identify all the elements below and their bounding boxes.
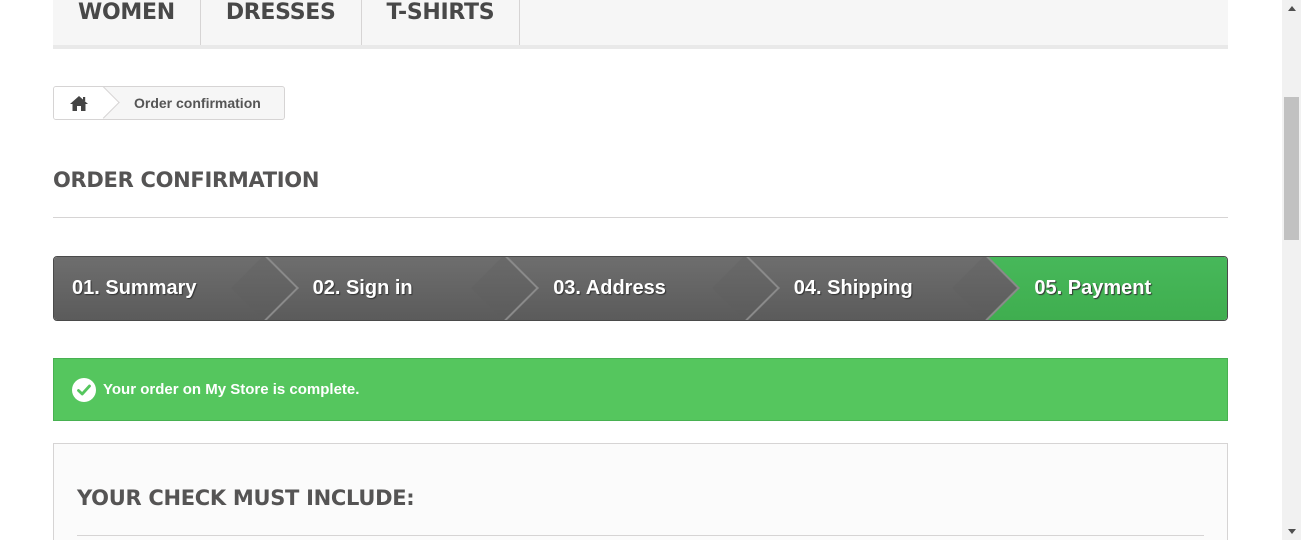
step-label: 02. Sign in (312, 277, 413, 299)
step-address[interactable]: 03. Address (505, 257, 780, 320)
step-summary[interactable]: 01. Summary (54, 257, 299, 320)
step-sign-in[interactable]: 02. Sign in (264, 257, 540, 320)
success-alert: Your order on My Store is complete. (53, 358, 1228, 421)
scrollbar[interactable] (1282, 0, 1301, 540)
step-shipping[interactable]: 04. Shipping (745, 257, 1021, 320)
alert-message: Your order on My Store is complete. (103, 381, 360, 398)
box-title: YOUR CHECK MUST INCLUDE: (77, 486, 1204, 536)
home-icon (69, 95, 89, 112)
breadcrumb-current: Order confirmation (134, 95, 261, 111)
top-navigation: WOMEN DRESSES T-SHIRTS (53, 0, 1228, 49)
check-circle-icon (72, 377, 96, 402)
nav-item-dresses[interactable]: DRESSES (201, 0, 362, 45)
step-label: 03. Address (553, 277, 666, 299)
scroll-down-icon[interactable] (1282, 523, 1301, 540)
nav-item-tshirts[interactable]: T-SHIRTS (362, 0, 521, 45)
step-label: 04. Shipping (793, 277, 913, 299)
page-title: ORDER CONFIRMATION (53, 168, 1228, 218)
scrollbar-thumb[interactable] (1284, 97, 1299, 240)
scroll-up-icon[interactable] (1282, 0, 1301, 17)
checkout-steps: 01. Summary 02. Sign in 03. Address 04. … (53, 256, 1228, 321)
breadcrumb: Order confirmation (53, 86, 285, 120)
step-label: 01. Summary (72, 277, 197, 299)
nav-item-women[interactable]: WOMEN (53, 0, 201, 45)
check-instructions-box: YOUR CHECK MUST INCLUDE: (53, 443, 1228, 540)
breadcrumb-home-link[interactable] (54, 87, 104, 119)
step-label: 05. Payment (1034, 277, 1152, 299)
step-payment[interactable]: 05. Payment (986, 257, 1227, 320)
